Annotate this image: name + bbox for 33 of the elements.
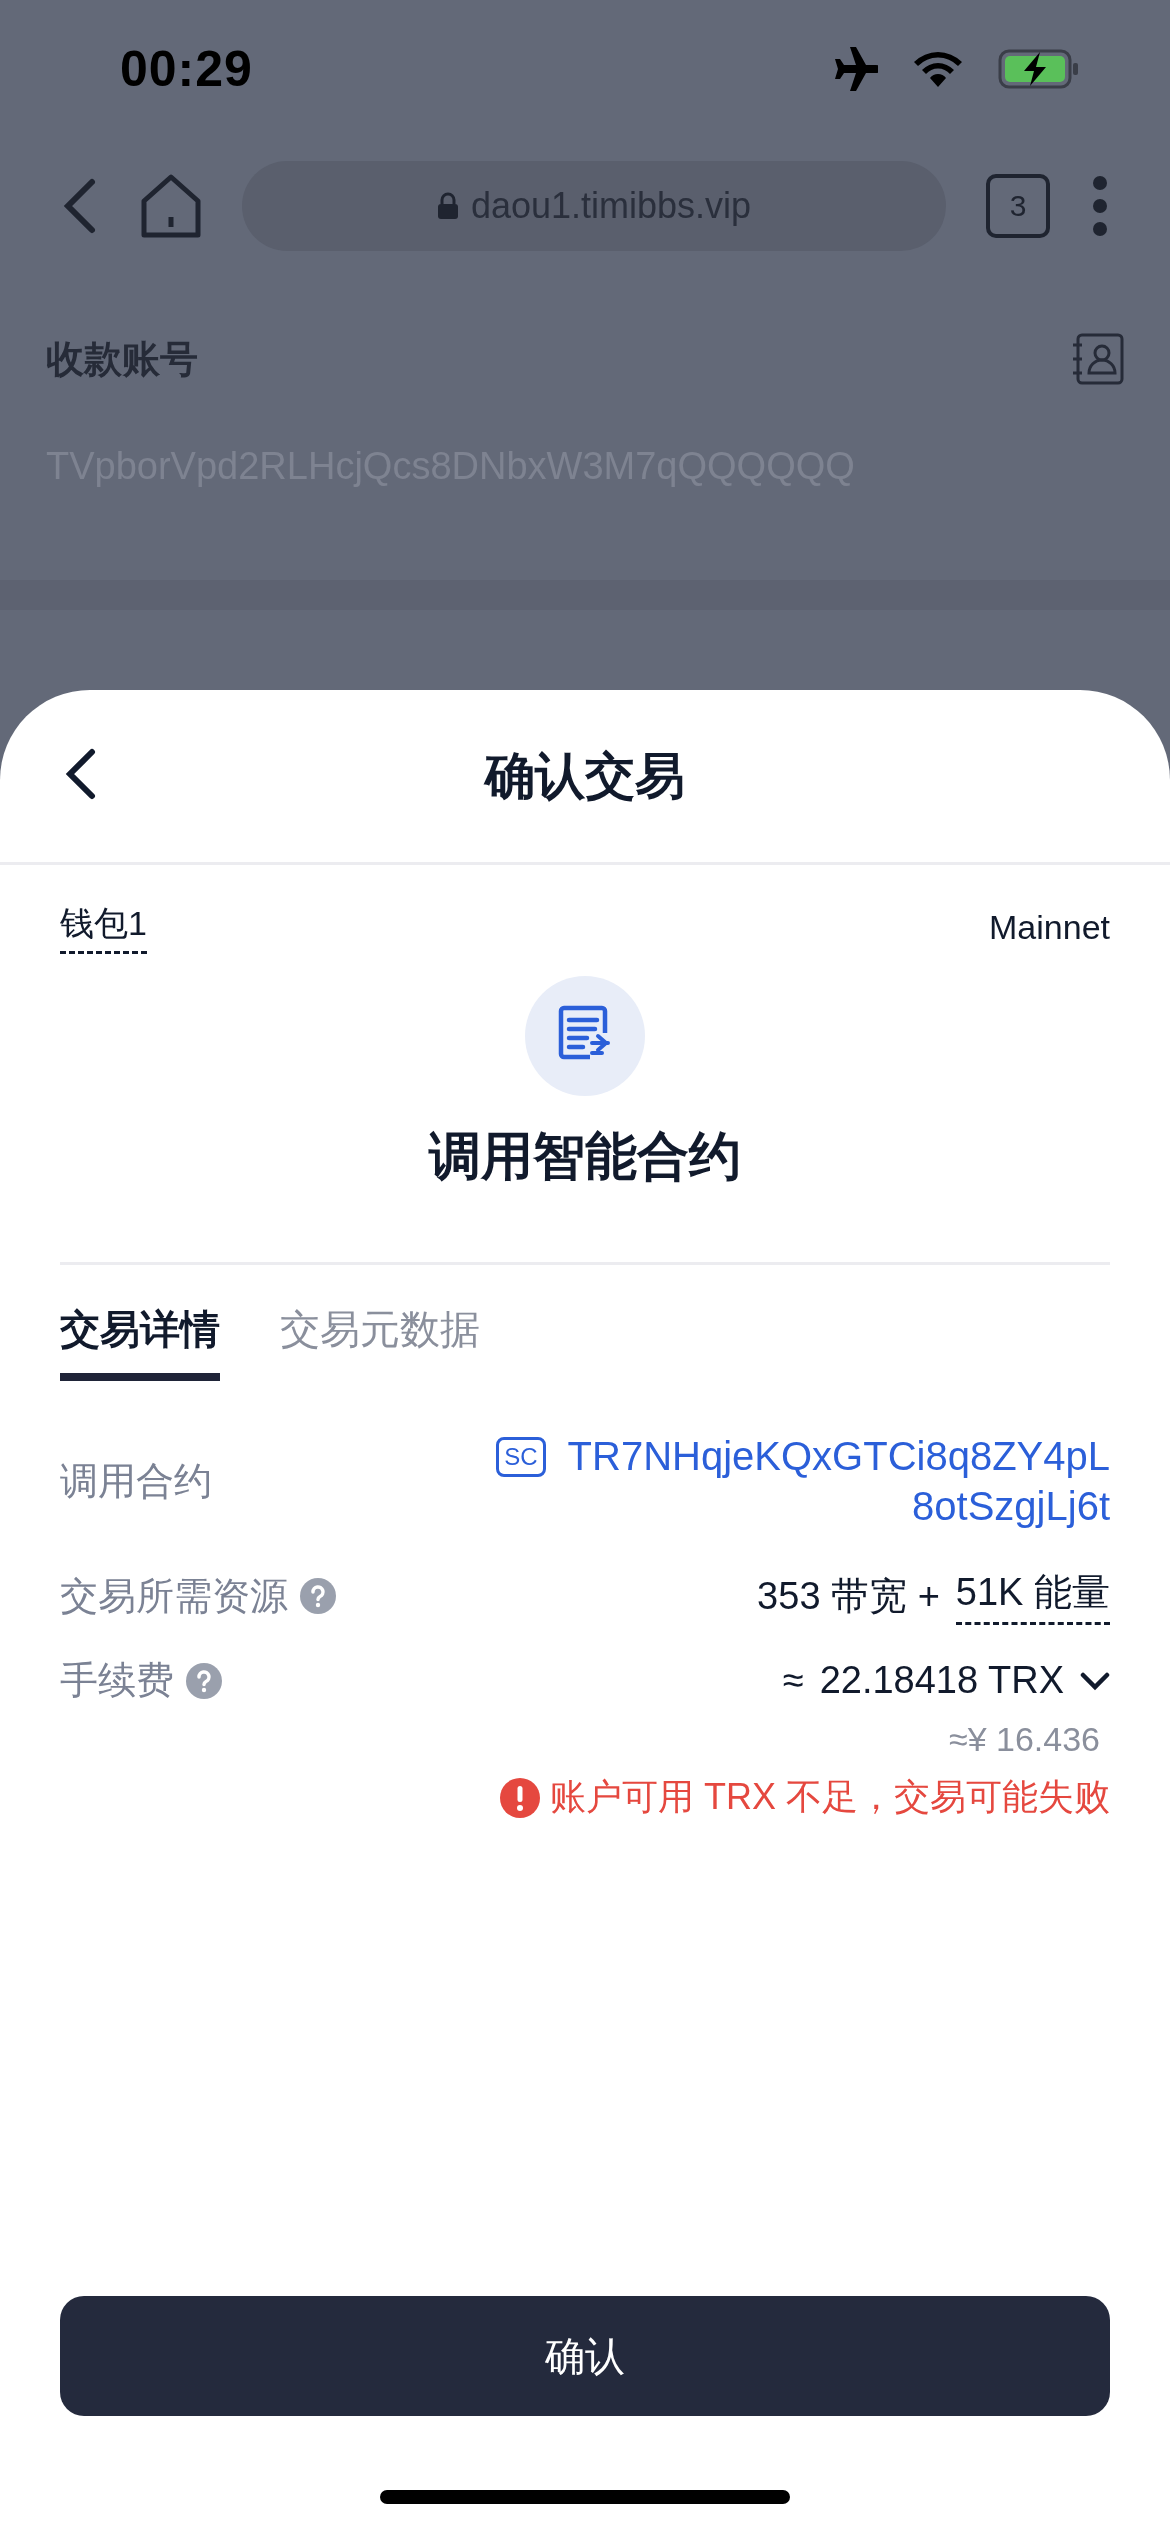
contract-address[interactable]: TR7NHqjeKQxGTCi8q8ZY4pL	[567, 1431, 1110, 1481]
more-icon[interactable]	[1090, 174, 1110, 237]
wallet-name[interactable]: 钱包1	[60, 901, 147, 954]
tab[interactable]: 交易元数据	[280, 1301, 480, 1381]
approx-sign: ≈	[782, 1659, 804, 1702]
row-label: 手续费	[60, 1658, 174, 1703]
battery-icon	[998, 49, 1080, 89]
warning-text: 账户可用 TRX 不足，交易可能失败	[550, 1775, 1110, 1819]
help-icon[interactable]	[300, 1578, 336, 1614]
contract-address[interactable]: 8otSzgjLj6t	[912, 1481, 1110, 1531]
status-time: 00:29	[120, 40, 254, 98]
warning-icon	[500, 1777, 540, 1818]
network-name: Mainnet	[989, 908, 1110, 947]
energy-value[interactable]: 51K 能量	[955, 1567, 1110, 1625]
home-icon[interactable]	[140, 172, 202, 239]
row-label: 交易所需资源	[60, 1573, 288, 1619]
lock-icon	[436, 191, 459, 220]
confirm-button[interactable]: 确认	[60, 2296, 1110, 2416]
fiat-value: ≈¥ 16.436	[949, 1720, 1100, 1759]
row-label: 调用合约	[60, 1458, 212, 1504]
fee-value[interactable]: 22.18418 TRX	[819, 1659, 1064, 1702]
tab[interactable]: 交易详情	[60, 1301, 220, 1381]
bandwidth-value: 353 带宽 +	[757, 1573, 940, 1619]
tab-count-button[interactable]: 3	[986, 173, 1050, 238]
sheet-title: 确认交易	[485, 746, 685, 806]
back-icon[interactable]	[64, 746, 98, 802]
contacts-icon[interactable]	[1072, 333, 1124, 385]
contract-badge: SC	[496, 1437, 546, 1477]
help-icon[interactable]	[186, 1662, 222, 1699]
wifi-icon	[912, 49, 964, 89]
chevron-down-icon[interactable]	[1080, 1670, 1110, 1691]
field-label: 收款账号	[46, 336, 198, 382]
action-title: 调用智能合约	[429, 1126, 741, 1187]
